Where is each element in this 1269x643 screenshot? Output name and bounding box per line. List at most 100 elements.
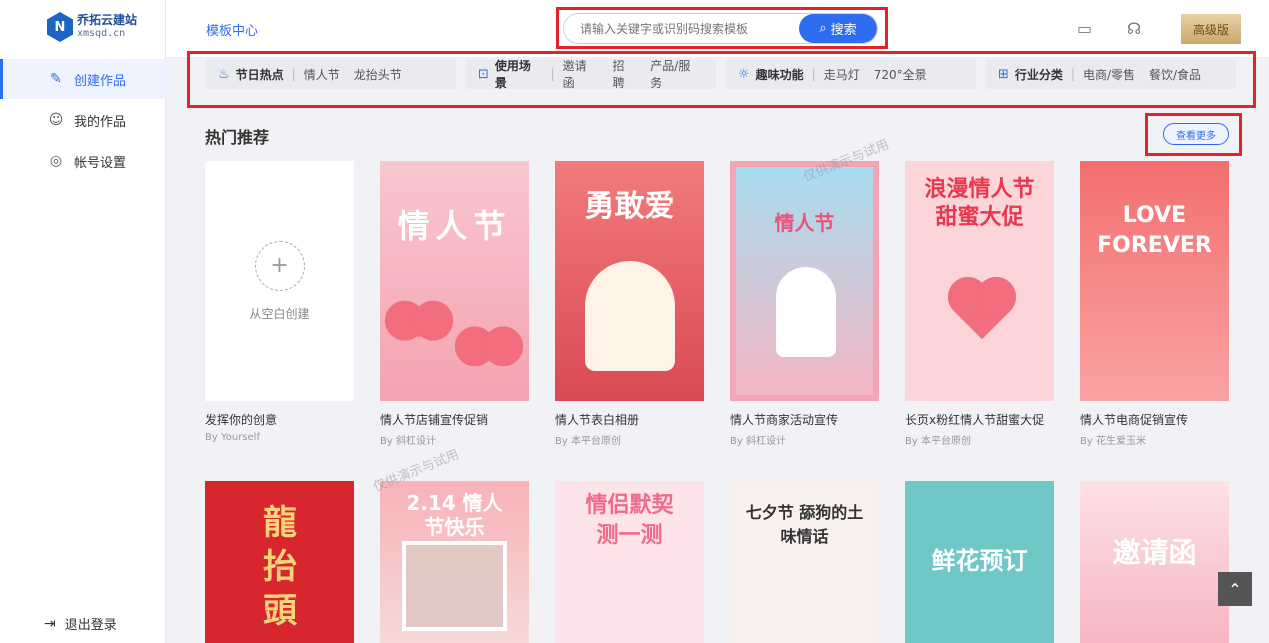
template-card[interactable]: 情人节 情人节商家活动宣传 By 斜杠设计 (730, 161, 879, 447)
category-tag[interactable]: 餐饮/食品 (1149, 66, 1201, 83)
category-title[interactable]: 使用场景 (495, 57, 543, 91)
template-thumb[interactable]: LOVE FOREVER (1080, 161, 1229, 401)
template-thumb[interactable]: 情侣默契测一测 (555, 481, 704, 643)
sidebar-item-label: 创建作品 (74, 73, 127, 89)
brand-domain: xmsqd.cn (77, 28, 126, 39)
poster-text: 七夕节 舔狗的土味情话 (745, 503, 864, 546)
template-thumb[interactable]: 鲜花预订 (905, 481, 1054, 643)
category-tag[interactable]: 龙抬头节 (354, 66, 402, 83)
category-tag[interactable]: 招聘 (612, 57, 636, 91)
blank-thumb[interactable]: + 从空白创建 (205, 161, 354, 401)
category-tag[interactable]: 情人节 (304, 66, 340, 83)
category-industry: ⊞ 行业分类 | 电商/零售 餐饮/食品 (986, 59, 1236, 89)
category-title[interactable]: 行业分类 (1015, 66, 1063, 83)
card-title: 情人节电商促销宣传 (1080, 413, 1189, 427)
template-card[interactable]: 龍抬頭 (205, 481, 354, 643)
template-thumb[interactable]: 浪漫情人节 甜蜜大促 (905, 161, 1054, 401)
blank-label: 从空白创建 (249, 306, 310, 321)
couple-illustration (776, 267, 836, 357)
monitor-icon[interactable]: ▭ (1077, 19, 1092, 38)
template-card[interactable]: 邀请函 (1080, 481, 1229, 643)
card-title: 情人节商家活动宣传 (730, 413, 839, 427)
category-title[interactable]: 趣味功能 (756, 66, 804, 83)
category-scene: ⊡ 使用场景 | 邀请函 招聘 产品/服务 (466, 57, 716, 91)
category-tag[interactable]: 720°全景 (874, 66, 927, 83)
poster-text: 龍抬頭 (263, 503, 297, 631)
poster-text: 情人节 (774, 211, 835, 235)
pro-version-button[interactable]: 高级版 (1181, 14, 1241, 44)
category-tag[interactable]: 走马灯 (824, 66, 860, 83)
template-card[interactable]: 鲜花预订 (905, 481, 1054, 643)
sidebar-item-account[interactable]: ◎ 帐号设置 (0, 141, 166, 181)
bulb-icon: ☼ (738, 66, 750, 82)
sidebar-item-my-works[interactable]: ☺ 我的作品 (0, 100, 166, 140)
sidebar-item-label: 我的作品 (74, 114, 127, 130)
card-title: 长页x粉红情人节甜蜜大促 (905, 413, 1045, 427)
logout-icon: ⇥ (44, 615, 56, 632)
card-author: By 斜杠设计 (380, 436, 436, 447)
template-card[interactable]: 勇敢爱 情人节表白相册 By 本平台原创 (555, 161, 704, 447)
template-thumb[interactable]: 勇敢爱 (555, 161, 704, 401)
poster-text: 情侣默契测一测 (585, 493, 674, 548)
settings-icon: ◎ (49, 153, 63, 169)
card-title: 情人节表白相册 (555, 413, 640, 427)
card-author: By Yourself (205, 432, 260, 443)
poster-text: 勇敢爱 (584, 189, 675, 224)
template-card[interactable]: 浪漫情人节 甜蜜大促 长页x粉红情人节甜蜜大促 By 本平台原创 (905, 161, 1054, 447)
heart-icon (403, 306, 435, 338)
category-tag[interactable]: 产品/服务 (650, 57, 702, 91)
category-tag[interactable]: 电商/零售 (1083, 66, 1135, 83)
sidebar-item-create[interactable]: ✎ 创建作品 (0, 59, 166, 99)
heart-icon (476, 332, 502, 358)
grid-icon: ⊞ (998, 66, 1009, 82)
poster-text: 鲜花预订 (931, 547, 1028, 575)
category-holiday: ♨ 节日热点 | 情人节 龙抬头节 (206, 59, 456, 89)
view-more-button[interactable]: 查看更多 (1163, 123, 1229, 145)
poster-text: 浪漫情人节 甜蜜大促 (924, 177, 1035, 230)
template-card[interactable]: LOVE FOREVER 情人节电商促销宣传 By 花生爱玉米 (1080, 161, 1229, 447)
category-fun: ☼ 趣味功能 | 走马灯 720°全景 (726, 59, 976, 89)
section-title: 热门推荐 (205, 128, 270, 147)
card-author: By 花生爱玉米 (1080, 436, 1146, 447)
card-title: 发挥你的创意 (205, 413, 278, 427)
card-author: By 本平台原创 (905, 436, 971, 447)
brand-logo[interactable]: N 乔拓云建站 xmsqd.cn (47, 12, 137, 42)
blank-template-card[interactable]: + 从空白创建 发挥你的创意 By Yourself (205, 161, 354, 443)
template-center-link[interactable]: 模板中心 (206, 20, 258, 39)
template-thumb[interactable]: 龍抬頭 (205, 481, 354, 643)
sidebar: N 乔拓云建站 xmsqd.cn ✎ 创建作品 ☺ 我的作品 ◎ 帐号设置 ⇥ … (0, 0, 166, 643)
poster-text: LOVE FOREVER (1097, 203, 1212, 258)
category-title[interactable]: 节日热点 (236, 66, 284, 83)
category-strip: ♨ 节日热点 | 情人节 龙抬头节 ⊡ 使用场景 | 邀请函 招聘 产品/服务 … (206, 57, 1236, 91)
template-thumb[interactable]: 情人节 (730, 161, 879, 401)
template-thumb[interactable]: 2.14 情人节快乐 (380, 481, 529, 643)
template-card[interactable]: 2.14 情人节快乐 (380, 481, 529, 643)
highlight-box-search (556, 7, 888, 49)
template-card[interactable]: 情人节 情人节店铺宣传促销 By 斜杠设计 (380, 161, 529, 447)
flame-icon: ♨ (218, 66, 230, 82)
template-card[interactable]: 七夕节 舔狗的土味情话 (730, 481, 879, 643)
heart-icon (953, 282, 1011, 340)
headset-icon[interactable]: ☊ (1127, 19, 1141, 38)
poster-text: 情人节 (397, 207, 512, 245)
edit-icon: ✎ (50, 71, 62, 87)
category-tag[interactable]: 邀请函 (563, 57, 599, 91)
template-thumb[interactable]: 邀请函 (1080, 481, 1229, 643)
couple-illustration (585, 261, 675, 371)
photo-frame (402, 541, 507, 631)
template-thumb[interactable]: 七夕节 舔狗的土味情话 (730, 481, 879, 643)
logout-label: 退出登录 (64, 618, 117, 633)
card-title: 情人节店铺宣传促销 (380, 413, 489, 427)
sidebar-item-label: 帐号设置 (74, 155, 127, 171)
plus-icon: + (254, 240, 305, 291)
brand-name: 乔拓云建站 (77, 13, 138, 27)
card-author: By 斜杠设计 (730, 436, 786, 447)
logo-icon: N (47, 12, 73, 42)
scan-icon: ⊡ (478, 66, 489, 82)
template-thumb[interactable]: 情人节 (380, 161, 529, 401)
user-icon: ☺ (48, 112, 64, 128)
scroll-to-top-button[interactable]: ⌃ (1218, 572, 1252, 606)
poster-text: 2.14 情人节快乐 (406, 491, 503, 539)
logout-button[interactable]: ⇥ 退出登录 (44, 614, 117, 634)
template-card[interactable]: 情侣默契测一测 (555, 481, 704, 643)
